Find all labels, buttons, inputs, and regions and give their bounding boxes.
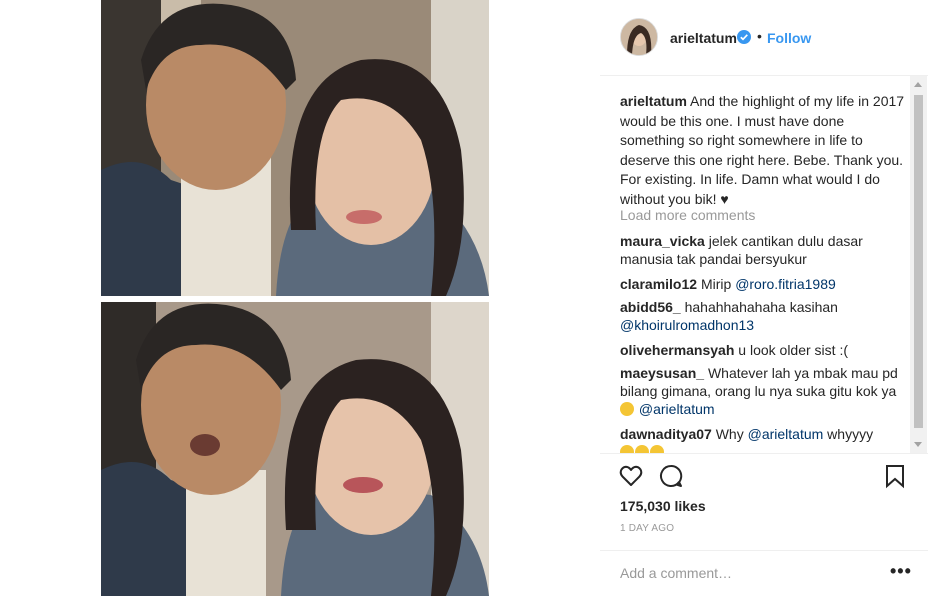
comment-username[interactable]: maura_vicka (620, 233, 705, 249)
comment-mention[interactable]: @arieltatum (639, 401, 715, 417)
scroll-up-arrow-icon[interactable] (914, 82, 922, 87)
follow-button[interactable]: Follow (767, 30, 811, 46)
comment-username[interactable]: abidd56_ (620, 299, 681, 315)
post-timestamp[interactable]: 1 DAY AGO (620, 523, 674, 534)
comment-mention[interactable]: @roro.fitria1989 (735, 276, 836, 292)
post-photo[interactable] (101, 0, 489, 596)
comment-item: maura_vicka jelek cantikan dulu dasar ma… (620, 232, 898, 268)
post-username[interactable]: arieltatum (670, 30, 737, 46)
comment-text: Why (715, 426, 748, 442)
comment-item: olivehermansyah u look older sist :( (620, 341, 898, 359)
comment-username[interactable]: dawnaditya07 (620, 426, 712, 442)
comments-scrollbar[interactable] (910, 76, 927, 453)
avatar[interactable] (620, 18, 658, 56)
comment-mention[interactable]: @khoirulromadhon13 (620, 317, 754, 333)
comment-item: claramilo12 Mirip @roro.fitria1989 (620, 275, 898, 293)
post-actions (600, 453, 928, 493)
add-comment-input[interactable] (620, 565, 870, 581)
comment-item: dawnaditya07 Why @arieltatum whyyyy (620, 425, 898, 453)
comment-item: maeysusan_ Whatever lah ya mbak mau pd b… (620, 364, 898, 418)
load-more-comments-button[interactable]: Load more comments (620, 207, 755, 223)
comment-username[interactable]: maeysusan_ (620, 365, 704, 381)
heart-icon[interactable] (618, 463, 644, 489)
comment-item: abidd56_ hahahhahahaha kasihan @khoirulr… (620, 298, 898, 334)
comment-text: Mirip (700, 276, 736, 292)
comment-text: hahahhahahaha kasihan (684, 299, 838, 315)
post-header: arieltatum • Follow (600, 0, 928, 76)
caption-username[interactable]: arieltatum (620, 93, 687, 109)
comment-mention[interactable]: @arieltatum (748, 426, 824, 442)
post-media[interactable] (0, 0, 600, 596)
comment-username[interactable]: olivehermansyah (620, 342, 734, 358)
emoji-icon (650, 445, 664, 453)
grinning-emoji-icon (620, 402, 634, 416)
caption-text: And the highlight of my life in 2017 wou… (620, 93, 905, 207)
emoji-icon (635, 445, 649, 453)
verified-badge-icon (737, 30, 751, 44)
comment-text: u look older sist :( (738, 342, 848, 358)
add-comment-bar: ••• (600, 550, 928, 596)
comment-username[interactable]: claramilo12 (620, 276, 697, 292)
post-caption: arieltatum And the highlight of my life … (620, 92, 908, 209)
comment-text-after: whyyyy (823, 426, 874, 442)
more-options-button[interactable]: ••• (890, 561, 912, 582)
comments-list[interactable]: arieltatum And the highlight of my life … (600, 76, 928, 453)
scrollbar-thumb[interactable] (914, 95, 923, 428)
bookmark-icon[interactable] (882, 463, 908, 489)
likes-count[interactable]: 175,030 likes (620, 498, 706, 514)
emoji-icon (620, 445, 634, 453)
separator-dot: • (757, 28, 762, 44)
scroll-down-arrow-icon[interactable] (914, 442, 922, 447)
post-sidebar: arieltatum • Follow arieltatum And the h… (600, 0, 928, 596)
comment-bubble-icon[interactable] (658, 463, 684, 489)
